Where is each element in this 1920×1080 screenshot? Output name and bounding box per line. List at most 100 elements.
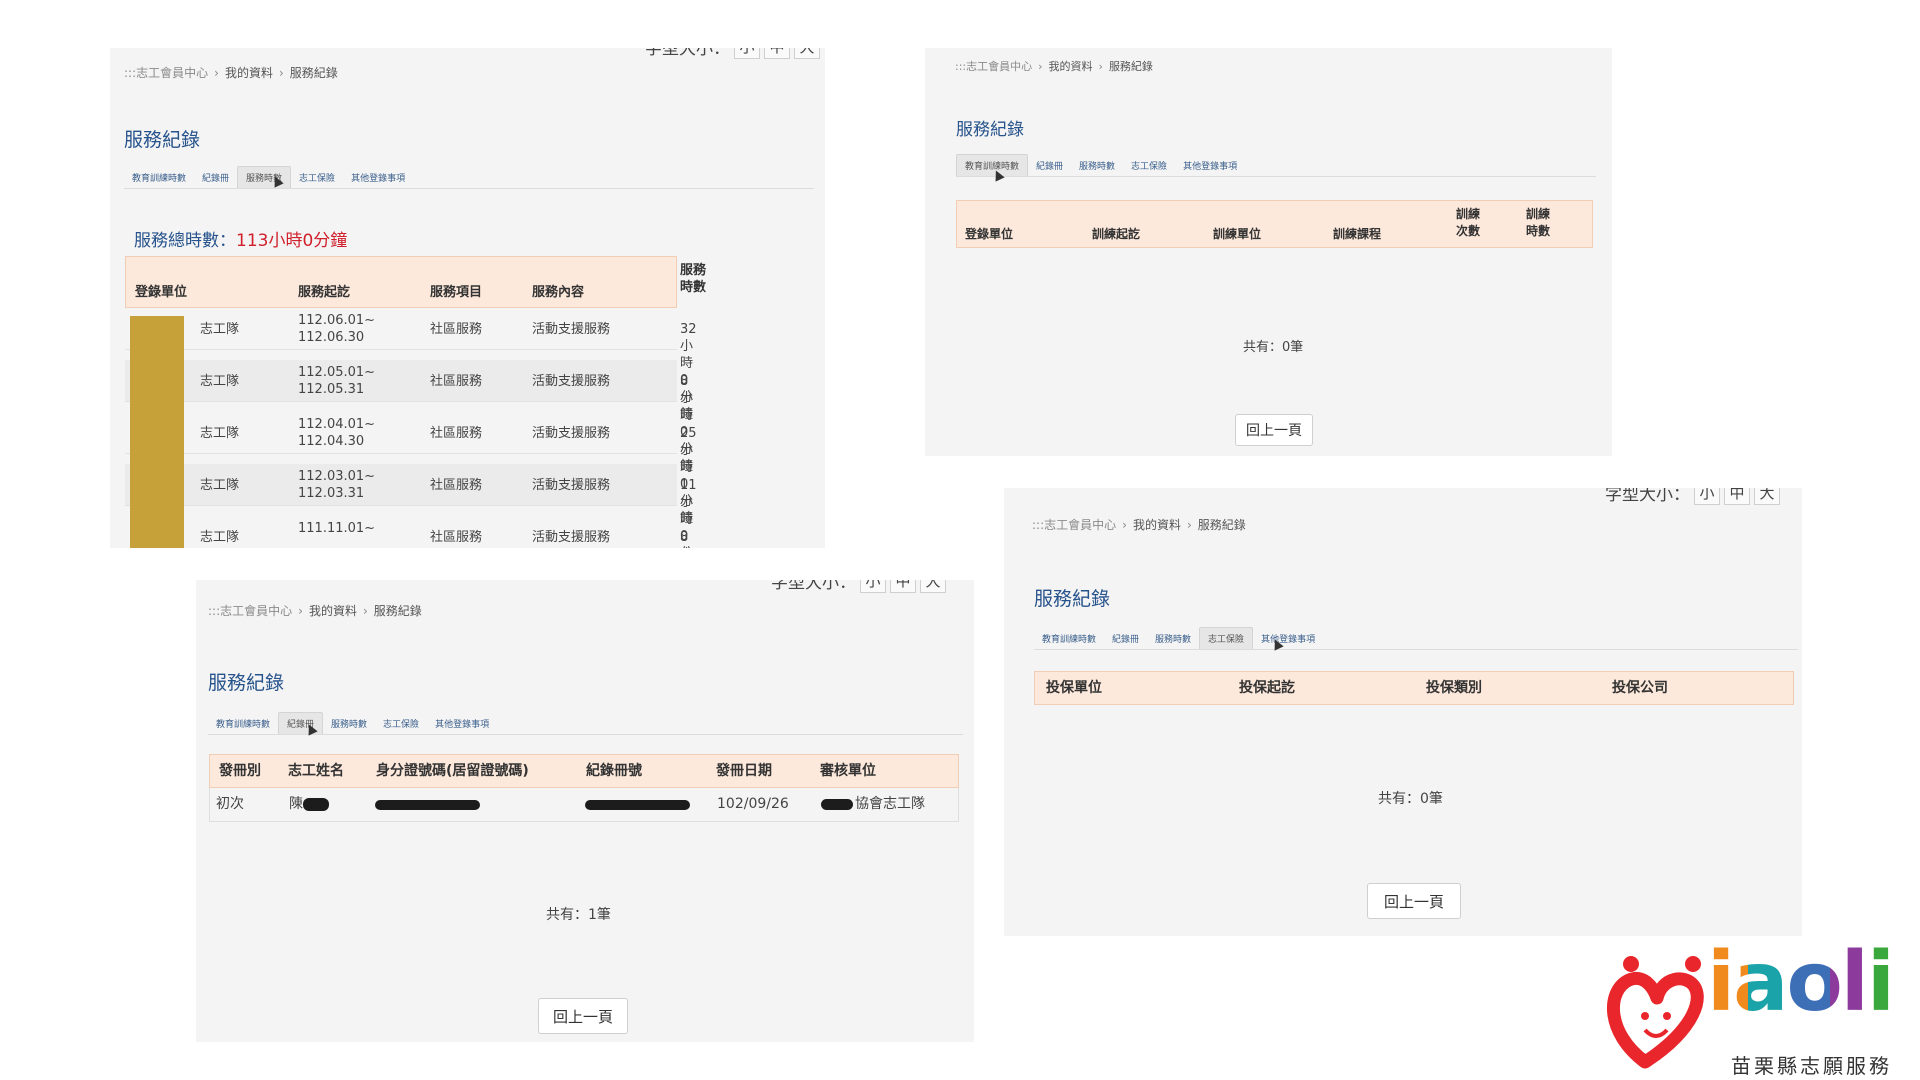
tab-training-hours[interactable]: 教育訓練時數 [208, 713, 278, 734]
breadcrumb-current: 服務紀錄 [1108, 60, 1153, 73]
font-size-small-button[interactable]: 小 [1694, 488, 1720, 505]
tab-bar: 教育訓練時數 紀錄冊 服務時數 志工保險 其他登錄事項 [208, 712, 963, 735]
cell-unit: 志工隊 [200, 322, 240, 337]
tab-training-hours[interactable]: 教育訓練時數 [1034, 628, 1104, 649]
page-title: 服務紀錄 [208, 672, 285, 694]
record-count: 共有：0筆 [1243, 340, 1304, 355]
tab-training-hours[interactable]: 教育訓練時數 [124, 167, 194, 188]
back-button[interactable]: 回上一頁 [1367, 883, 1461, 919]
cell-unit: 志工隊 [200, 478, 240, 493]
table-row: 志工隊 112.04.01~ 112.04.30 社區服務 活動支援服務 25小… [125, 412, 697, 526]
panel-record-book: 字型大小： 小 中 大 :::志工會員中心 › 我的資料 › 服務紀錄 服務紀錄 教育訓… [196, 580, 974, 1042]
tab-service-hours[interactable]: 服務時數 [1147, 628, 1199, 649]
breadcrumb-home-link[interactable]: :::志工會員中心 [1032, 518, 1116, 532]
breadcrumb-profile-link[interactable]: 我的資料 [309, 604, 357, 618]
tab-volunteer-insurance[interactable]: 志工保險 [1123, 155, 1175, 176]
font-size-control: 字型大小： 小 中 大 [1605, 488, 1780, 505]
font-size-label: 字型大小： [645, 48, 730, 59]
col-header-hours: 服務 時數 [680, 263, 707, 295]
breadcrumb: :::志工會員中心 › 我的資料 › 服務紀錄 [955, 60, 1153, 73]
col-header-training-unit: 訓練單位 [1213, 227, 1262, 241]
col-header-insured-unit: 投保單位 [1046, 680, 1102, 696]
font-size-small-button[interactable]: 小 [734, 48, 760, 59]
redaction-block [585, 800, 690, 810]
logo-wordmark-text: iaoli [1707, 935, 1895, 1030]
col-header-course: 訓練課程 [1333, 227, 1382, 241]
cell-unit: 志工隊 [200, 374, 240, 389]
font-size-medium-button[interactable]: 中 [764, 48, 790, 59]
cell-period: 112.03.01~ 112.03.31 [298, 469, 376, 501]
font-size-medium-button[interactable]: 中 [890, 580, 916, 593]
tab-volunteer-insurance[interactable]: 志工保險 [1199, 627, 1254, 649]
cell-content: 活動支援服務 [532, 478, 611, 493]
tab-bar: 教育訓練時數 紀錄冊 服務時數 志工保險 其他登錄事項 [1034, 627, 1798, 650]
col-header-issue-date: 發冊日期 [716, 763, 772, 779]
tab-service-hours[interactable]: 服務時數 [237, 166, 292, 188]
cell-content: 活動支援服務 [532, 530, 611, 545]
tab-record-book[interactable]: 紀錄冊 [1104, 628, 1147, 649]
table-row: 初次 陳 102/09/26 協會志工隊 [209, 788, 959, 822]
font-size-large-button[interactable]: 大 [794, 48, 820, 59]
tab-volunteer-insurance[interactable]: 志工保險 [375, 713, 427, 734]
breadcrumb-profile-link[interactable]: 我的資料 [225, 66, 273, 80]
cell-type: 初次 [216, 796, 244, 812]
font-size-control: 字型大小： 小 中 大 [771, 580, 946, 593]
breadcrumb-home-link[interactable]: :::志工會員中心 [208, 604, 292, 618]
back-button[interactable]: 回上一頁 [1235, 414, 1313, 446]
cell-item: 社區服務 [430, 426, 483, 441]
tab-record-book[interactable]: 紀錄冊 [1028, 155, 1071, 176]
total-hours-label: 服務總時數： [134, 231, 236, 251]
cell-item: 社區服務 [430, 478, 483, 493]
col-header-period: 訓練起訖 [1092, 227, 1141, 241]
cell-content: 活動支援服務 [532, 426, 611, 441]
font-size-label: 字型大小： [1605, 488, 1690, 505]
tab-record-book[interactable]: 紀錄冊 [194, 167, 237, 188]
tab-other-items[interactable]: 其他登錄事項 [1253, 628, 1323, 649]
panel-volunteer-insurance: 字型大小： 小 中 大 :::志工會員中心 › 我的資料 › 服務紀錄 服務紀錄 教育訓… [1004, 488, 1802, 936]
font-size-control: 字型大小： 小 中 大 [645, 48, 820, 59]
training-table-header [956, 200, 1593, 248]
font-size-label: 字型大小： [771, 580, 856, 593]
tab-bar: 教育訓練時數 紀錄冊 服務時數 志工保險 其他登錄事項 [124, 166, 814, 189]
logo-subtitle: 苗栗縣志願服務 [1731, 1054, 1892, 1078]
cell-review-unit: 協會志工隊 [855, 796, 925, 812]
breadcrumb-home-link[interactable]: :::志工會員中心 [955, 60, 1032, 73]
tab-bar: 教育訓練時數 紀錄冊 服務時數 志工保險 其他登錄事項 [956, 154, 1596, 177]
font-size-medium-button[interactable]: 中 [1724, 488, 1750, 505]
tab-volunteer-insurance[interactable]: 志工保險 [291, 167, 343, 188]
breadcrumb: :::志工會員中心 › 我的資料 › 服務紀錄 [124, 66, 338, 80]
col-header-name: 志工姓名 [288, 763, 344, 779]
font-size-large-button[interactable]: 大 [1754, 488, 1780, 505]
back-button[interactable]: 回上一頁 [538, 998, 628, 1034]
font-size-large-button[interactable]: 大 [920, 580, 946, 593]
breadcrumb-profile-link[interactable]: 我的資料 [1133, 518, 1181, 532]
page-title: 服務紀錄 [124, 129, 201, 151]
panel-service-hours: 字型大小： 小 中 大 :::志工會員中心›我的資料›服務紀錄 服務紀錄 教育訓… [110, 48, 825, 548]
cell-name: 陳 [289, 796, 303, 812]
breadcrumb-current: 服務紀錄 [1197, 518, 1246, 532]
col-header-insured-type: 投保類別 [1426, 680, 1482, 696]
col-header-count: 訓練 次數 [1456, 207, 1481, 238]
service-table-header [125, 256, 677, 308]
col-header-book-no: 紀錄冊號 [586, 763, 642, 779]
tab-service-hours[interactable]: 服務時數 [323, 713, 375, 734]
redaction-block [821, 799, 853, 810]
font-size-small-button[interactable]: 小 [860, 580, 886, 593]
col-header-unit: 登錄單位 [135, 285, 188, 300]
col-header-type: 發冊別 [219, 763, 261, 779]
col-header-insured-period: 投保起訖 [1239, 680, 1295, 696]
col-header-review-unit: 審核單位 [820, 763, 876, 779]
tab-other-items[interactable]: 其他登錄事項 [427, 713, 497, 734]
cell-period: 111.11.01~ [298, 521, 376, 536]
tab-service-hours[interactable]: 服務時數 [1071, 155, 1123, 176]
tab-other-items[interactable]: 其他登錄事項 [343, 167, 413, 188]
cell-content: 活動支援服務 [532, 322, 611, 337]
breadcrumb-home-link[interactable]: :::志工會員中心 [124, 66, 208, 80]
record-count: 共有：1筆 [546, 907, 611, 923]
cell-content: 活動支援服務 [532, 374, 611, 389]
tab-other-items[interactable]: 其他登錄事項 [1175, 155, 1245, 176]
col-header-insurer: 投保公司 [1612, 680, 1668, 696]
breadcrumb-current: 服務紀錄 [289, 66, 338, 80]
col-header-period: 服務起訖 [298, 285, 351, 300]
breadcrumb-profile-link[interactable]: 我的資料 [1049, 60, 1093, 73]
